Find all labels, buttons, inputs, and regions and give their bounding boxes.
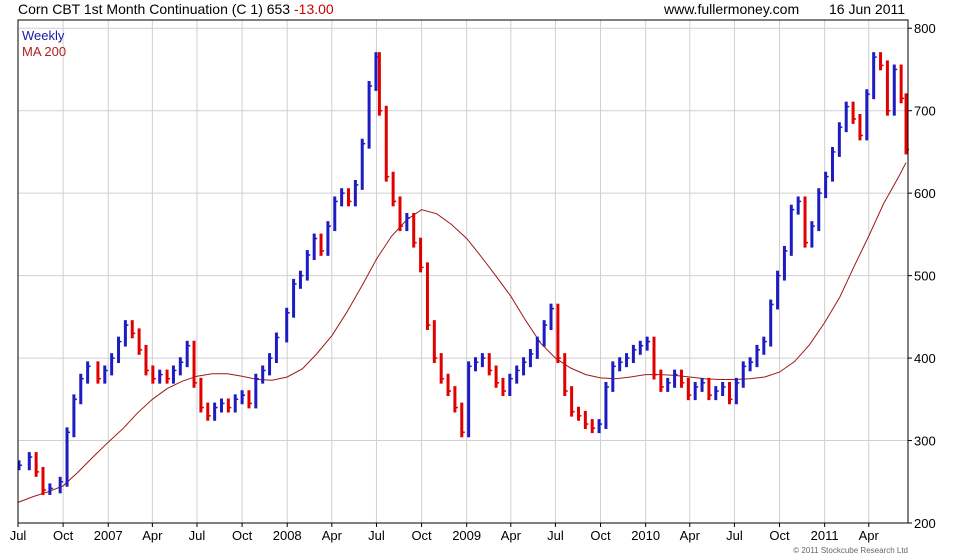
- x-tick-label: 2011: [811, 528, 839, 543]
- y-tick-label: 300: [914, 434, 936, 449]
- y-tick-label: 400: [914, 351, 936, 366]
- y-tick-label: 800: [914, 21, 936, 36]
- y-tick-label: 200: [914, 516, 936, 531]
- x-tick-label: Apr: [142, 528, 163, 543]
- x-tick-label: Oct: [590, 528, 611, 543]
- ma-200-line: [17, 162, 907, 503]
- copyright-label: © 2011 Stockcube Research Ltd: [793, 546, 908, 555]
- x-axis: Jul Oct 2007 Apr Jul Oct 2008 Apr Jul Oct 2009 Apr J…: [10, 523, 880, 543]
- x-tick-label: Jul: [726, 528, 743, 543]
- legend-weekly: Weekly: [22, 28, 65, 43]
- grid: [17, 20, 908, 524]
- x-tick-label: 2008: [273, 528, 302, 543]
- x-tick-label: Oct: [53, 528, 74, 543]
- x-tick-label: Oct: [769, 528, 790, 543]
- y-axis: 200 300 400 500 600 700 800: [908, 21, 936, 531]
- legend-ma-200: MA 200: [22, 44, 67, 59]
- x-tick-label: 2007: [94, 528, 123, 543]
- plot-frame: [17, 19, 909, 524]
- x-tick-label: Jul: [10, 528, 27, 543]
- x-tick-label: Apr: [322, 528, 343, 543]
- x-tick-label: Apr: [501, 528, 522, 543]
- y-tick-label: 600: [914, 186, 936, 201]
- x-tick-label: Apr: [680, 528, 701, 543]
- x-tick-label: Oct: [411, 528, 432, 543]
- x-tick-label: Jul: [368, 528, 385, 543]
- price-chart: 200 300 400 500 600 700 800 Jul Oct 2007 Apr Jul Oc…: [10, 19, 936, 543]
- x-tick-label: 2010: [631, 528, 660, 543]
- x-tick-label: Apr: [859, 528, 880, 543]
- x-tick-label: Jul: [547, 528, 564, 543]
- ma-layer: [17, 162, 907, 503]
- x-tick-label: 2009: [452, 528, 481, 543]
- x-tick-label: Jul: [189, 528, 206, 543]
- x-tick-label: Oct: [232, 528, 253, 543]
- y-tick-label: 700: [914, 104, 936, 119]
- y-tick-label: 500: [914, 269, 936, 284]
